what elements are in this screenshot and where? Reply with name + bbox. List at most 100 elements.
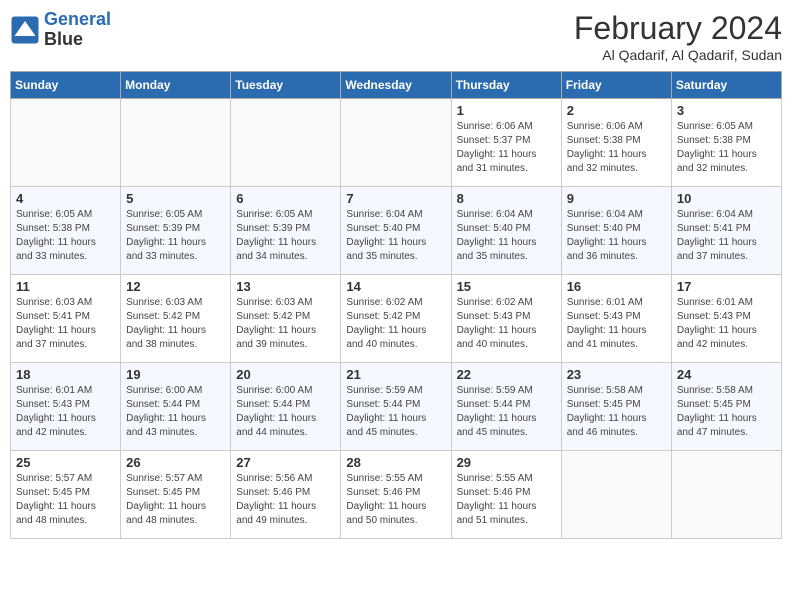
calendar-cell: 20 Sunrise: 6:00 AM Sunset: 5:44 PM Dayli… bbox=[231, 363, 341, 451]
day-number: 16 bbox=[567, 279, 666, 294]
weekday-header-monday: Monday bbox=[121, 72, 231, 99]
day-info: Sunrise: 5:59 AM Sunset: 5:44 PM Dayligh… bbox=[346, 384, 445, 440]
day-number: 17 bbox=[677, 279, 776, 294]
day-number: 24 bbox=[677, 367, 776, 382]
day-info: Sunrise: 6:01 AM Sunset: 5:43 PM Dayligh… bbox=[567, 296, 666, 352]
week-row-1: 1 Sunrise: 6:06 AM Sunset: 5:37 PM Daylig… bbox=[11, 99, 782, 187]
weekday-header-saturday: Saturday bbox=[671, 72, 781, 99]
title-block: February 2024 Al Qadarif, Al Qadarif, Su… bbox=[574, 10, 782, 63]
day-info: Sunrise: 6:00 AM Sunset: 5:44 PM Dayligh… bbox=[126, 384, 225, 440]
calendar-cell: 27 Sunrise: 5:56 AM Sunset: 5:46 PM Dayli… bbox=[231, 451, 341, 539]
calendar-cell bbox=[341, 99, 451, 187]
calendar-cell bbox=[11, 99, 121, 187]
calendar-cell: 25 Sunrise: 5:57 AM Sunset: 5:45 PM Dayli… bbox=[11, 451, 121, 539]
day-number: 21 bbox=[346, 367, 445, 382]
calendar-cell: 29Sunrise: 5:55 AM Sunset: 5:46 PM Dayli… bbox=[451, 451, 561, 539]
day-info: Sunrise: 6:05 AM Sunset: 5:39 PM Dayligh… bbox=[126, 208, 225, 264]
day-number: 10 bbox=[677, 191, 776, 206]
location: Al Qadarif, Al Qadarif, Sudan bbox=[574, 47, 782, 63]
logo-line1: General bbox=[44, 9, 111, 29]
calendar-cell: 2 Sunrise: 6:06 AM Sunset: 5:38 PM Daylig… bbox=[561, 99, 671, 187]
day-info: Sunrise: 6:06 AM Sunset: 5:38 PM Dayligh… bbox=[567, 120, 666, 176]
day-number: 23 bbox=[567, 367, 666, 382]
week-row-2: 4 Sunrise: 6:05 AM Sunset: 5:38 PM Daylig… bbox=[11, 187, 782, 275]
logo-text: General Blue bbox=[44, 10, 111, 50]
calendar-cell: 6Sunrise: 6:05 AM Sunset: 5:39 PM Daylig… bbox=[231, 187, 341, 275]
day-info: Sunrise: 6:03 AM Sunset: 5:42 PM Dayligh… bbox=[126, 296, 225, 352]
calendar-cell: 14Sunrise: 6:02 AM Sunset: 5:42 PM Dayli… bbox=[341, 275, 451, 363]
calendar-cell: 4 Sunrise: 6:05 AM Sunset: 5:38 PM Daylig… bbox=[11, 187, 121, 275]
day-number: 4 bbox=[16, 191, 115, 206]
week-row-4: 18 Sunrise: 6:01 AM Sunset: 5:43 PM Dayli… bbox=[11, 363, 782, 451]
weekday-header-wednesday: Wednesday bbox=[341, 72, 451, 99]
day-number: 1 bbox=[457, 103, 556, 118]
day-info: Sunrise: 6:05 AM Sunset: 5:38 PM Dayligh… bbox=[677, 120, 776, 176]
calendar-cell bbox=[671, 451, 781, 539]
day-info: Sunrise: 6:06 AM Sunset: 5:37 PM Dayligh… bbox=[457, 120, 556, 176]
day-number: 8 bbox=[457, 191, 556, 206]
day-info: Sunrise: 5:55 AM Sunset: 5:46 PM Dayligh… bbox=[346, 472, 445, 528]
calendar-cell: 5 Sunrise: 6:05 AM Sunset: 5:39 PM Daylig… bbox=[121, 187, 231, 275]
day-info: Sunrise: 6:02 AM Sunset: 5:42 PM Dayligh… bbox=[346, 296, 445, 352]
calendar-cell: 18 Sunrise: 6:01 AM Sunset: 5:43 PM Dayli… bbox=[11, 363, 121, 451]
day-info: Sunrise: 5:57 AM Sunset: 5:45 PM Dayligh… bbox=[126, 472, 225, 528]
calendar-cell: 23 Sunrise: 5:58 AM Sunset: 5:45 PM Dayli… bbox=[561, 363, 671, 451]
calendar-cell: 17 Sunrise: 6:01 AM Sunset: 5:43 PM Dayli… bbox=[671, 275, 781, 363]
calendar-cell: 24Sunrise: 5:58 AM Sunset: 5:45 PM Dayli… bbox=[671, 363, 781, 451]
day-number: 9 bbox=[567, 191, 666, 206]
day-info: Sunrise: 6:05 AM Sunset: 5:38 PM Dayligh… bbox=[16, 208, 115, 264]
day-info: Sunrise: 6:04 AM Sunset: 5:40 PM Dayligh… bbox=[457, 208, 556, 264]
calendar-cell bbox=[231, 99, 341, 187]
day-info: Sunrise: 6:03 AM Sunset: 5:41 PM Dayligh… bbox=[16, 296, 115, 352]
calendar-cell: 1 Sunrise: 6:06 AM Sunset: 5:37 PM Daylig… bbox=[451, 99, 561, 187]
calendar-cell bbox=[561, 451, 671, 539]
calendar-cell: 16 Sunrise: 6:01 AM Sunset: 5:43 PM Dayli… bbox=[561, 275, 671, 363]
calendar-cell: 15 Sunrise: 6:02 AM Sunset: 5:43 PM Dayli… bbox=[451, 275, 561, 363]
day-number: 20 bbox=[236, 367, 335, 382]
calendar-cell: 13Sunrise: 6:03 AM Sunset: 5:42 PM Dayli… bbox=[231, 275, 341, 363]
weekday-header-sunday: Sunday bbox=[11, 72, 121, 99]
month-title: February 2024 bbox=[574, 10, 782, 47]
weekday-header-tuesday: Tuesday bbox=[231, 72, 341, 99]
day-info: Sunrise: 6:04 AM Sunset: 5:41 PM Dayligh… bbox=[677, 208, 776, 264]
day-number: 15 bbox=[457, 279, 556, 294]
day-number: 12 bbox=[126, 279, 225, 294]
calendar-cell: 8 Sunrise: 6:04 AM Sunset: 5:40 PM Daylig… bbox=[451, 187, 561, 275]
day-number: 25 bbox=[16, 455, 115, 470]
day-info: Sunrise: 6:03 AM Sunset: 5:42 PM Dayligh… bbox=[236, 296, 335, 352]
day-number: 5 bbox=[126, 191, 225, 206]
day-info: Sunrise: 6:00 AM Sunset: 5:44 PM Dayligh… bbox=[236, 384, 335, 440]
day-info: Sunrise: 6:01 AM Sunset: 5:43 PM Dayligh… bbox=[16, 384, 115, 440]
day-number: 19 bbox=[126, 367, 225, 382]
day-number: 27 bbox=[236, 455, 335, 470]
calendar-cell: 19 Sunrise: 6:00 AM Sunset: 5:44 PM Dayli… bbox=[121, 363, 231, 451]
day-number: 2 bbox=[567, 103, 666, 118]
calendar-cell: 22 Sunrise: 5:59 AM Sunset: 5:44 PM Dayli… bbox=[451, 363, 561, 451]
day-number: 18 bbox=[16, 367, 115, 382]
day-number: 22 bbox=[457, 367, 556, 382]
day-number: 28 bbox=[346, 455, 445, 470]
calendar-cell: 3 Sunrise: 6:05 AM Sunset: 5:38 PM Daylig… bbox=[671, 99, 781, 187]
weekday-header-thursday: Thursday bbox=[451, 72, 561, 99]
day-info: Sunrise: 6:04 AM Sunset: 5:40 PM Dayligh… bbox=[346, 208, 445, 264]
day-number: 26 bbox=[126, 455, 225, 470]
day-info: Sunrise: 6:01 AM Sunset: 5:43 PM Dayligh… bbox=[677, 296, 776, 352]
day-info: Sunrise: 5:58 AM Sunset: 5:45 PM Dayligh… bbox=[567, 384, 666, 440]
page-header: General Blue February 2024 Al Qadarif, A… bbox=[10, 10, 782, 63]
week-row-3: 11Sunrise: 6:03 AM Sunset: 5:41 PM Dayli… bbox=[11, 275, 782, 363]
logo: General Blue bbox=[10, 10, 111, 50]
calendar-cell: 9Sunrise: 6:04 AM Sunset: 5:40 PM Daylig… bbox=[561, 187, 671, 275]
day-info: Sunrise: 6:05 AM Sunset: 5:39 PM Dayligh… bbox=[236, 208, 335, 264]
weekday-header-row: SundayMondayTuesdayWednesdayThursdayFrid… bbox=[11, 72, 782, 99]
calendar-cell bbox=[121, 99, 231, 187]
day-info: Sunrise: 5:59 AM Sunset: 5:44 PM Dayligh… bbox=[457, 384, 556, 440]
day-number: 3 bbox=[677, 103, 776, 118]
calendar-cell: 10 Sunrise: 6:04 AM Sunset: 5:41 PM Dayli… bbox=[671, 187, 781, 275]
day-number: 7 bbox=[346, 191, 445, 206]
calendar-cell: 11Sunrise: 6:03 AM Sunset: 5:41 PM Dayli… bbox=[11, 275, 121, 363]
day-info: Sunrise: 5:57 AM Sunset: 5:45 PM Dayligh… bbox=[16, 472, 115, 528]
weekday-header-friday: Friday bbox=[561, 72, 671, 99]
day-info: Sunrise: 5:56 AM Sunset: 5:46 PM Dayligh… bbox=[236, 472, 335, 528]
day-info: Sunrise: 6:02 AM Sunset: 5:43 PM Dayligh… bbox=[457, 296, 556, 352]
logo-icon bbox=[10, 15, 40, 45]
